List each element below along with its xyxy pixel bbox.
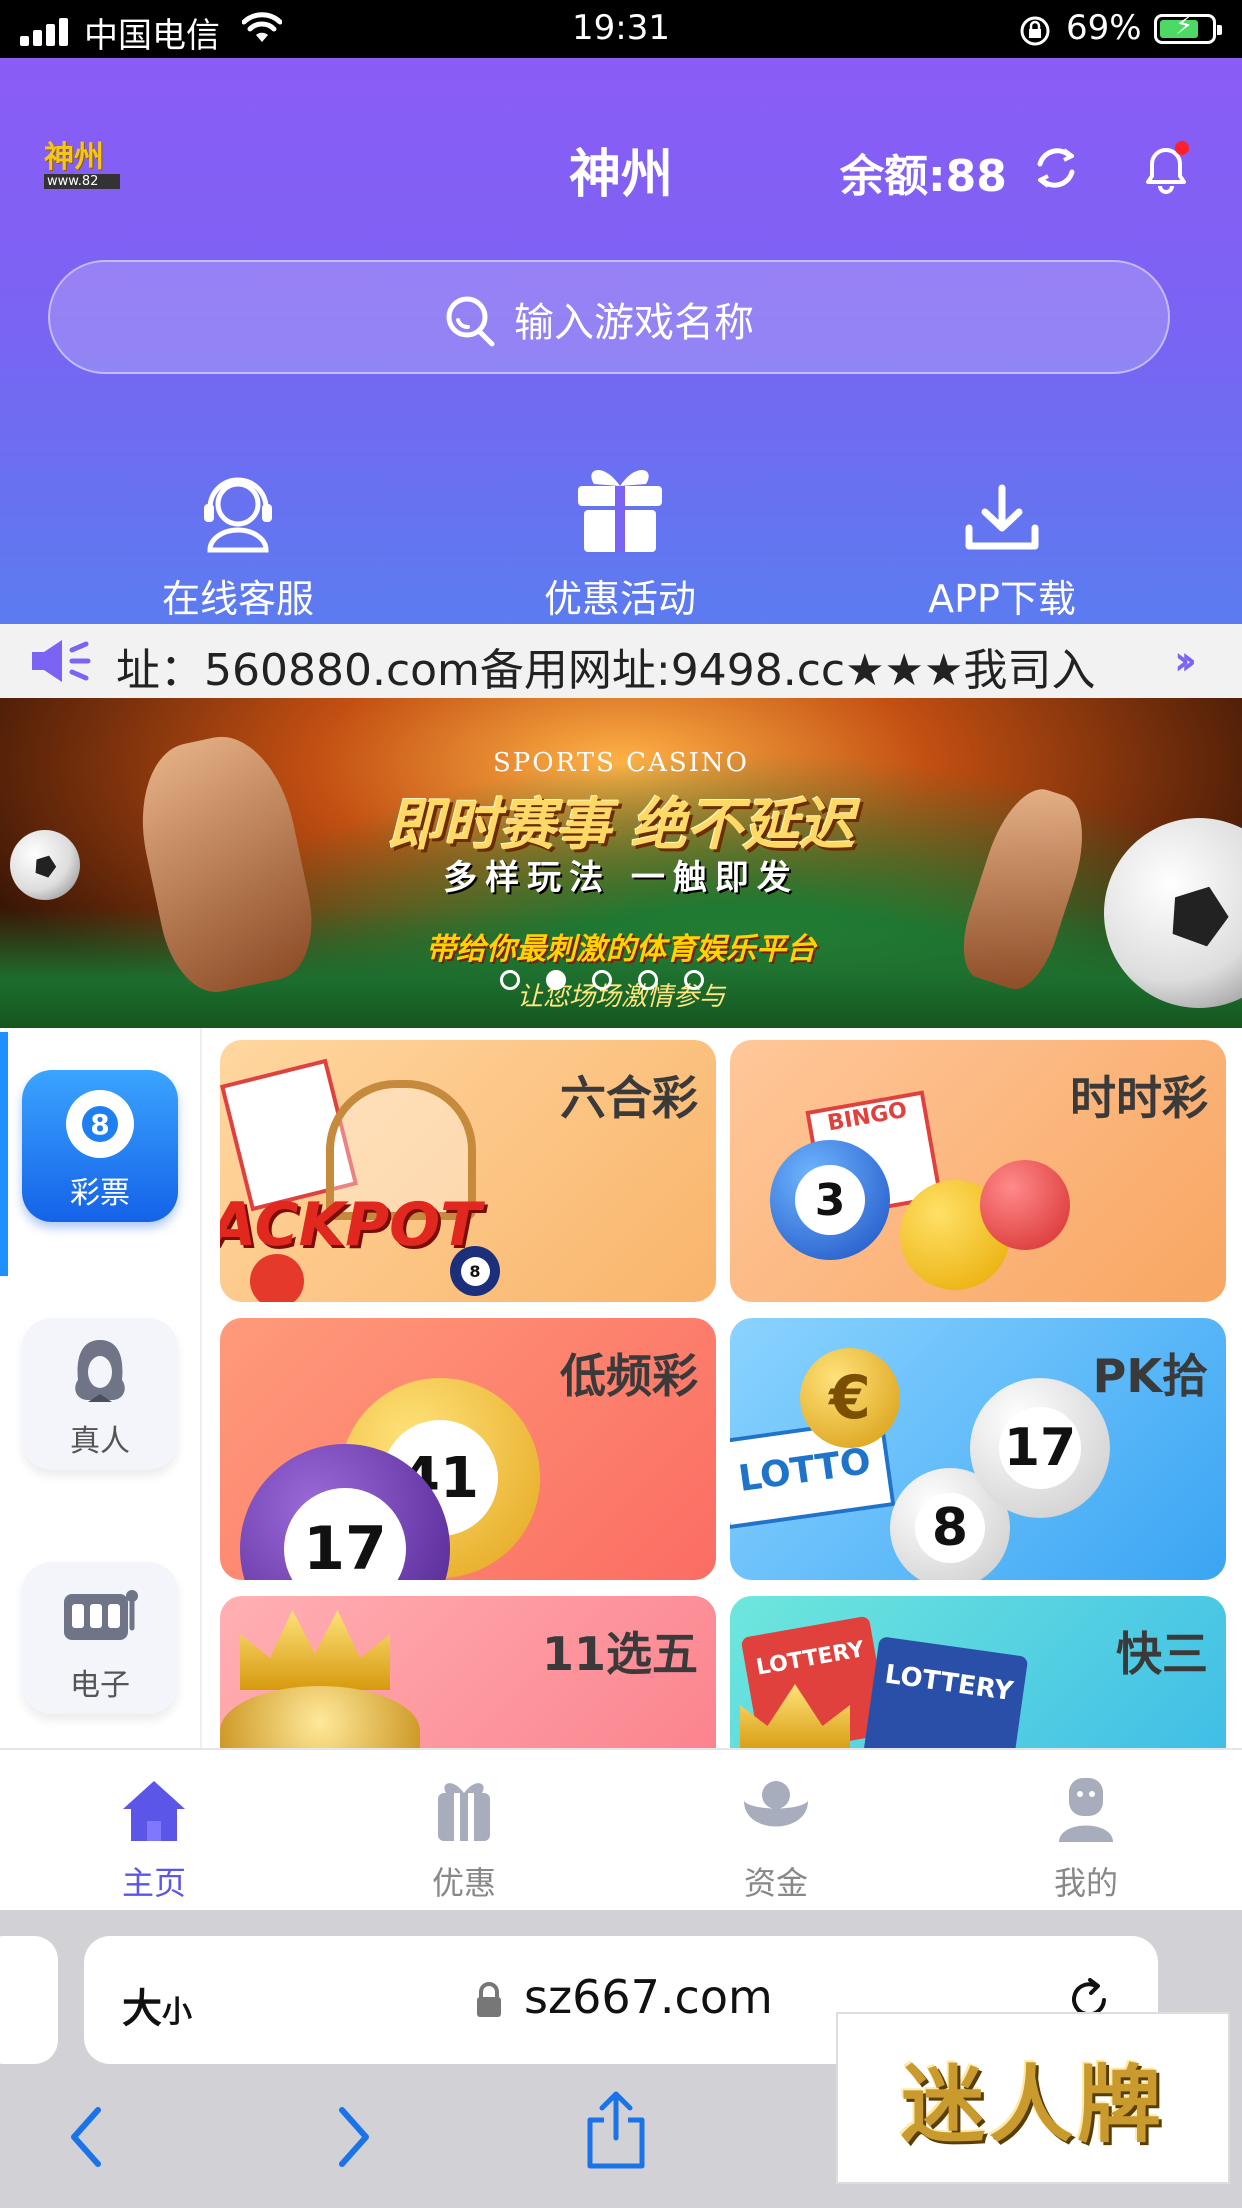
app-header: 神州 www.82 神州 余额:88 输入游戏名称 在线客服 优惠活动 APP下…	[0, 58, 1242, 624]
home-icon	[123, 1781, 185, 1841]
bottom-tab-bar: 主页 优惠 资金 我的	[0, 1748, 1242, 1910]
game-name: 六合彩	[560, 1071, 698, 1125]
game-tile-pk10[interactable]: LOTTO € 8 17 PK拾	[730, 1318, 1226, 1580]
carousel-dot-active[interactable]	[546, 970, 566, 990]
jackpot-text: ACKPOT	[220, 1190, 482, 1260]
lottery-ball-decor: 3	[770, 1140, 890, 1260]
category-live[interactable]: 真人	[22, 1318, 178, 1470]
rotation-lock-icon	[1020, 16, 1050, 46]
balance-label: 余额:88	[840, 151, 1007, 202]
game-name: 快三	[1116, 1627, 1208, 1681]
banner-slogan: 带给你最刺激的体育娱乐平台	[426, 932, 816, 967]
game-name: PK拾	[1092, 1349, 1208, 1403]
lock-icon	[477, 1982, 501, 2017]
watermark-text: 迷人牌	[900, 2054, 1165, 2154]
carousel-dots[interactable]	[500, 970, 704, 990]
category-label: 真人	[70, 1424, 130, 1459]
previous-tab-preview[interactable]	[0, 1936, 58, 2064]
app-download-button[interactable]: APP下载	[852, 444, 1152, 623]
crown-icon	[240, 1610, 390, 1690]
tab-label: 优惠	[431, 1864, 496, 1902]
carousel-dot[interactable]	[592, 970, 612, 990]
game-name: 时时彩	[1070, 1071, 1208, 1125]
tab-label: 我的	[1053, 1864, 1118, 1902]
lottery-ball-decor	[980, 1160, 1070, 1250]
user-icon	[1059, 1778, 1113, 1842]
promo-banner[interactable]: SPORTS CASINO 即时赛事 绝不延迟 多样玩法 一触即发 带给你最刺激…	[0, 698, 1242, 1028]
live-dealer-icon	[75, 1340, 125, 1402]
quick-link-label: APP下载	[928, 577, 1076, 621]
banner-subtitle: 多样玩法 一触即发	[443, 858, 799, 898]
category-label: 电子	[70, 1668, 130, 1703]
banner-tag: SPORTS CASINO	[493, 748, 749, 778]
lottery-ball-decor: 8	[450, 1246, 500, 1296]
refresh-icon[interactable]	[1030, 142, 1082, 194]
status-bar: 中国电信 19:31 69% ⚡	[0, 0, 1242, 58]
tab-funds[interactable]: 资金	[676, 1764, 876, 1904]
carousel-dot[interactable]	[500, 970, 520, 990]
announcement-text: 址：560880.com备用网址:9498.cc★★★我司入	[116, 645, 1096, 696]
share-icon[interactable]	[584, 2090, 648, 2170]
euro-coin-icon: €	[800, 1348, 900, 1448]
battery-icon: ⚡	[1154, 11, 1222, 44]
announcement-marquee[interactable]: 址：560880.com备用网址:9498.cc★★★我司入 ››	[0, 624, 1242, 698]
game-name: 11选五	[541, 1627, 698, 1681]
category-label: 彩票	[70, 1176, 130, 1211]
category-lottery[interactable]: 8 彩票	[22, 1070, 178, 1222]
battery-percent: 69%	[1066, 8, 1142, 48]
lottery-ball-icon: 8	[66, 1090, 134, 1158]
carousel-dot[interactable]	[638, 970, 658, 990]
lottery-ball-decor: 17	[970, 1378, 1110, 1518]
bell-icon	[1146, 141, 1189, 194]
tab-profile[interactable]: 我的	[986, 1764, 1186, 1904]
category-slots[interactable]: 电子	[22, 1562, 178, 1714]
search-bar[interactable]: 输入游戏名称	[48, 260, 1170, 374]
banner-headline: 即时赛事 绝不延迟	[387, 793, 855, 858]
headset-icon	[204, 477, 272, 553]
text-size-button[interactable]: 大小	[122, 1976, 192, 2034]
active-category-indicator	[0, 1032, 8, 1276]
gift-box-icon	[438, 1783, 490, 1841]
wallet-icon	[744, 1781, 808, 1827]
promotions-button[interactable]: 优惠活动	[470, 444, 770, 623]
watermark-logo: 迷人牌	[836, 2012, 1230, 2184]
back-icon[interactable]	[66, 2106, 106, 2168]
gift-icon	[578, 469, 662, 552]
speaker-icon	[32, 640, 91, 682]
search-icon	[446, 296, 495, 347]
search-placeholder: 输入游戏名称	[514, 300, 754, 346]
download-icon	[965, 484, 1039, 550]
svg-text:8: 8	[90, 1108, 109, 1141]
double-chevron-right-icon[interactable]: ››	[1174, 638, 1197, 684]
quick-link-label: 在线客服	[161, 577, 314, 621]
category-sidebar: 8 彩票 真人 电子	[0, 1028, 202, 1748]
slot-machine-icon	[64, 1590, 138, 1640]
customer-service-button[interactable]: 在线客服	[88, 444, 388, 623]
quick-link-label: 优惠活动	[543, 577, 696, 621]
url-text: sz667.com	[524, 1970, 773, 2024]
game-name: 低频彩	[560, 1349, 698, 1403]
game-tile-ssc[interactable]: BINGO 3 时时彩	[730, 1040, 1226, 1302]
tab-promotions[interactable]: 优惠	[364, 1764, 564, 1904]
game-tile-low-frequency[interactable]: 41 17 低频彩	[220, 1318, 716, 1580]
lottery-ball-decor	[250, 1254, 304, 1302]
tab-label: 主页	[121, 1864, 186, 1902]
game-tile-mark-six[interactable]: ACKPOT 8 六合彩	[220, 1040, 716, 1302]
tab-label: 资金	[743, 1864, 808, 1902]
carousel-dot[interactable]	[684, 970, 704, 990]
clock: 19:31	[572, 8, 670, 48]
forward-icon[interactable]	[334, 2106, 374, 2168]
tab-home[interactable]: 主页	[54, 1764, 254, 1904]
